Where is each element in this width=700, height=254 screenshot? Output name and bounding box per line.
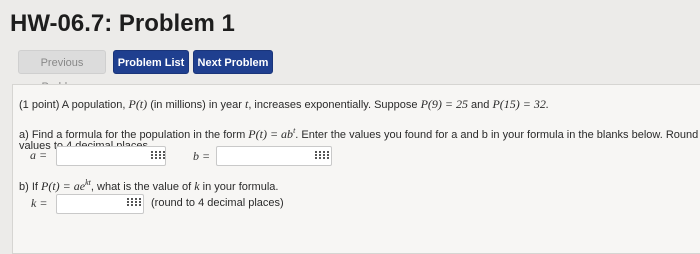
k-grid-icon[interactable] xyxy=(127,198,141,208)
a-label: a = xyxy=(30,148,48,162)
part-b-rest: in your formula. xyxy=(202,181,279,193)
intro-prefix: (1 point) A population, xyxy=(19,99,126,111)
part-b-form: P(t) = aekt xyxy=(41,178,91,193)
intro-p9: P(9) = 25 xyxy=(420,97,468,111)
previous-problem-button[interactable]: Previous Problem xyxy=(18,50,106,93)
a-answer-input[interactable] xyxy=(56,146,166,166)
part-b-k: k xyxy=(194,179,200,193)
a-grid-icon[interactable] xyxy=(151,151,165,161)
b-grid-icon[interactable] xyxy=(315,151,329,161)
intro-pt: P(t) xyxy=(128,97,148,111)
part-b-prefix: b) If xyxy=(19,181,38,193)
intro-and: and xyxy=(471,99,490,111)
k-label: k = xyxy=(31,196,48,210)
page-title: HW-06.7: Problem 1 xyxy=(10,10,235,37)
part-b-text: b) If P(t) = aekt, what is the value of … xyxy=(19,178,278,194)
part-a-rest: . Enter the values you found for a and b… xyxy=(295,129,700,141)
b-label: b = xyxy=(193,149,211,163)
part-a-form: P(t) = abt xyxy=(248,126,296,141)
problem-list-button[interactable]: Problem List xyxy=(113,50,189,74)
intro-p15: P(15) = 32. xyxy=(492,97,549,111)
intro-mid: (in millions) in year xyxy=(150,99,242,111)
intro-rest: , increases exponentially. Suppose xyxy=(248,99,418,111)
part-b-mid: , what is the value of xyxy=(90,181,192,193)
problem-intro: (1 point) A population, P(t) (in million… xyxy=(19,97,549,112)
next-problem-button[interactable]: Next Problem xyxy=(193,50,273,74)
k-rounding-note: (round to 4 decimal places) xyxy=(151,197,284,209)
